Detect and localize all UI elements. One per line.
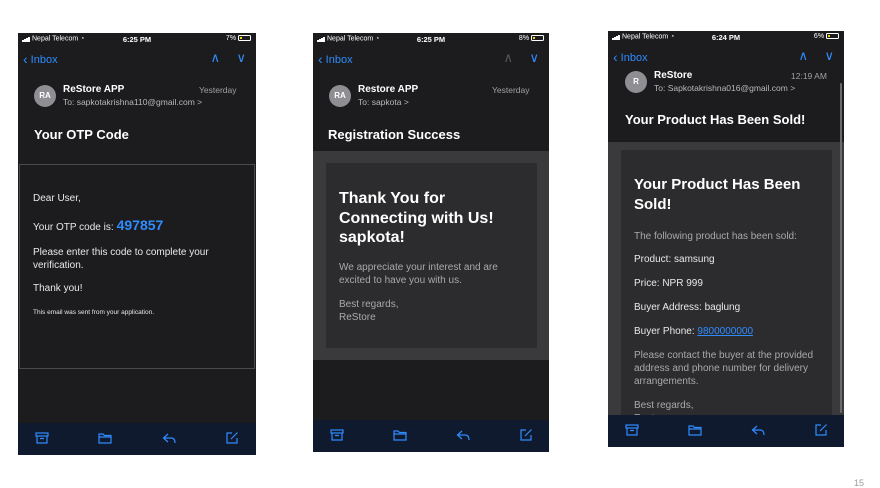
- contact-instructions: Please contact the buyer at the provided…: [634, 350, 814, 387]
- compose-icon[interactable]: [814, 423, 828, 437]
- archive-icon[interactable]: [625, 423, 639, 437]
- mail-toolbar: [608, 415, 844, 447]
- chevron-down-icon[interactable]: ∨: [236, 50, 246, 66]
- battery-percent: 8%: [518, 35, 530, 42]
- intro-text: The following product has been sold:: [634, 231, 797, 242]
- folder-icon[interactable]: [98, 431, 112, 445]
- chevron-down-icon[interactable]: ∨: [824, 48, 834, 64]
- status-time: 6:24 PM: [711, 33, 741, 42]
- inbox-back-button[interactable]: ‹ Inbox: [23, 51, 58, 67]
- back-label: Inbox: [620, 52, 648, 64]
- email-time: 12:19 AM: [791, 71, 827, 81]
- sender-name: Restore APP: [358, 84, 419, 95]
- email-subject: Your Product Has Been Sold!: [625, 112, 806, 127]
- battery-icon: [238, 35, 251, 42]
- recipient-line[interactable]: To: Sapkotakrishna016@gmail.com >: [654, 83, 795, 93]
- reply-icon[interactable]: [456, 428, 470, 442]
- folder-icon[interactable]: [393, 428, 407, 442]
- chevron-left-icon: ‹: [318, 51, 323, 67]
- recipient-line[interactable]: To: sapkota >: [358, 97, 409, 107]
- chevron-up-icon[interactable]: ∧: [798, 48, 808, 64]
- sender-name: ReStore APP: [63, 84, 125, 95]
- mail-toolbar: [18, 423, 256, 455]
- message-card: Thank You for Connecting with Us! sapkot…: [326, 163, 537, 348]
- mail-toolbar: [313, 420, 549, 452]
- product-line: Product: samsung: [634, 254, 715, 265]
- phone-screen-otp: Nepal Telecom ◔ 6:25 PM 7% ‹ Inbox ∧ ∨ RA…: [18, 33, 256, 455]
- sender-name: ReStore: [654, 70, 693, 81]
- email-subject: Registration Success: [328, 127, 461, 142]
- phone-label: Buyer Phone:: [634, 326, 695, 337]
- battery-icon: [531, 35, 544, 42]
- avatar: RA: [329, 85, 351, 107]
- message-heading: Your Product Has Been Sold!: [634, 176, 801, 213]
- compose-icon[interactable]: [519, 428, 533, 442]
- phone-screen-registration: Nepal Telecom ◔ 6:25 PM 8% ‹ Inbox ∧ ∨ RA…: [313, 33, 549, 452]
- reply-icon[interactable]: [751, 423, 765, 437]
- chevron-left-icon: ‹: [23, 51, 28, 67]
- signoff-text: Best regards,: [634, 400, 694, 411]
- status-time: 6:25 PM: [122, 35, 152, 44]
- slide-page-number: 15: [853, 478, 864, 488]
- email-body: Thank You for Connecting with Us! sapkot…: [313, 151, 549, 360]
- folder-icon[interactable]: [688, 423, 702, 437]
- instruction-text: Please enter this code to complete your …: [33, 247, 209, 271]
- recipient-line[interactable]: To: sapkotakrishna110@gmail.com >: [63, 97, 202, 107]
- chevron-down-icon[interactable]: ∨: [529, 50, 539, 66]
- compose-icon[interactable]: [225, 431, 239, 445]
- price-line: Price: NPR 999: [634, 278, 703, 289]
- otp-label: Your OTP code is:: [33, 222, 114, 233]
- battery-percent: 6%: [813, 33, 825, 40]
- greeting: Dear User,: [33, 193, 81, 204]
- archive-icon[interactable]: [35, 431, 49, 445]
- phone-line: Buyer Phone: 9800000000: [634, 325, 824, 338]
- mail-nav-bar: ‹ Inbox ∧ ∨: [18, 50, 256, 70]
- status-bar: Nepal Telecom ◔ 6:24 PM 6%: [608, 31, 844, 44]
- avatar: RA: [34, 85, 56, 107]
- email-body: Your Product Has Been Sold! The followin…: [608, 142, 844, 425]
- otp-line: Your OTP code is: 497857: [33, 217, 163, 233]
- reply-icon[interactable]: [162, 431, 176, 445]
- status-bar: Nepal Telecom ◔ 6:25 PM 7%: [18, 33, 256, 46]
- message-text: We appreciate your interest and are exci…: [339, 262, 498, 286]
- message-heading: Thank You for Connecting with Us! sapkot…: [339, 190, 494, 246]
- status-time: 6:25 PM: [416, 35, 446, 44]
- thanks-text: Thank you!: [33, 283, 83, 294]
- battery-icon: [826, 33, 839, 40]
- signoff-text: Best regards,: [339, 299, 399, 310]
- email-body: Dear User, Your OTP code is: 497857 Pleas…: [19, 164, 255, 369]
- back-label: Inbox: [30, 54, 58, 66]
- mail-nav-bar: ‹ Inbox ∧ ∨: [608, 48, 844, 68]
- chevron-up-icon: ∧: [503, 50, 513, 65]
- email-time: Yesterday: [492, 85, 530, 95]
- message-card: Your Product Has Been Sold! The followin…: [621, 150, 832, 425]
- buyer-phone-link[interactable]: 9800000000: [697, 326, 753, 337]
- address-line: Buyer Address: baglung: [634, 302, 741, 313]
- otp-code[interactable]: 497857: [117, 217, 164, 233]
- archive-icon[interactable]: [330, 428, 344, 442]
- status-bar: Nepal Telecom ◔ 6:25 PM 8%: [313, 33, 549, 46]
- battery-percent: 7%: [225, 35, 237, 42]
- inbox-back-button[interactable]: ‹ Inbox: [318, 51, 353, 67]
- back-label: Inbox: [325, 54, 353, 66]
- scrollbar[interactable]: [840, 83, 842, 413]
- mail-nav-bar: ‹ Inbox ∧ ∨: [313, 50, 549, 70]
- inbox-back-button[interactable]: ‹ Inbox: [613, 49, 648, 65]
- chevron-left-icon: ‹: [613, 49, 618, 65]
- email-time: Yesterday: [199, 85, 237, 95]
- email-subject: Your OTP Code: [34, 127, 129, 142]
- signature-text: ReStore: [339, 312, 376, 323]
- chevron-up-icon[interactable]: ∧: [210, 50, 220, 66]
- avatar: R: [625, 71, 647, 93]
- footer-text: This email was sent from your applicatio…: [33, 309, 155, 316]
- phone-screen-product-sold: Nepal Telecom ◔ 6:24 PM 6% ‹ Inbox ∧ ∨ R …: [608, 31, 844, 447]
